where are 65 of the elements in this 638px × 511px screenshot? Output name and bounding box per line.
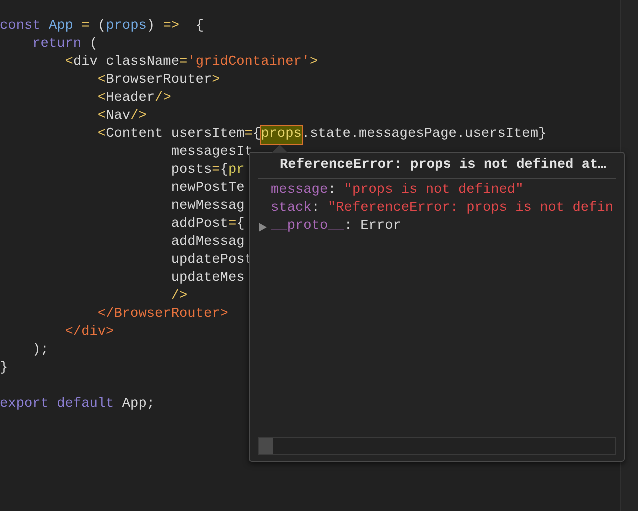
code-token: { — [236, 216, 245, 234]
code-token: /> — [171, 288, 188, 306]
code-token: < — [98, 108, 106, 126]
property-value: "ReferenceError: props is not defin — [328, 200, 614, 218]
code-token: /> — [130, 108, 147, 126]
horizontal-scrollbar[interactable] — [258, 437, 616, 455]
code-token: 'gridContainer' — [188, 54, 310, 72]
code-token: newPostTe — [171, 180, 245, 198]
code-token: < — [98, 72, 106, 90]
code-token: = — [82, 18, 90, 36]
code-token: </div> — [65, 324, 114, 342]
code-token: addPost — [171, 216, 228, 234]
code-token: ( — [90, 36, 98, 54]
code-token: = — [244, 126, 253, 144]
code-token: => — [163, 18, 180, 36]
code-token: = — [228, 216, 237, 234]
code-token: pr — [228, 162, 245, 180]
code-token: > — [212, 72, 220, 90]
code-token: posts — [171, 162, 212, 180]
code-token: { — [252, 126, 262, 144]
property-key: stack — [271, 200, 312, 218]
code-token: { — [196, 18, 204, 36]
code-token: > — [310, 54, 318, 72]
scrollbar-thumb[interactable] — [259, 438, 273, 454]
code-token: Nav — [106, 108, 131, 126]
code-token: { — [220, 162, 228, 180]
code-token: updateMes — [171, 270, 245, 288]
code-token: < — [98, 90, 106, 108]
code-token: messagesIt — [171, 144, 253, 162]
property-value: "props is not defined" — [344, 182, 524, 200]
code-token: App; — [122, 396, 156, 414]
popup-title: ReferenceError: props is not defined at… — [258, 153, 616, 179]
code-token: /> — [155, 90, 172, 108]
code-token: = — [212, 162, 220, 180]
colon: : — [328, 182, 336, 200]
colon: : — [312, 200, 320, 218]
code-token: props — [106, 18, 147, 36]
code-token: Header — [106, 90, 156, 108]
property-key: message — [271, 182, 328, 200]
property-key: __proto__ — [271, 218, 344, 236]
code-token: updatePost — [171, 252, 253, 270]
code-token: } — [0, 360, 8, 378]
code-token: ) — [146, 18, 156, 36]
code-token: ( — [98, 18, 106, 36]
code-token: addMessag — [171, 234, 245, 252]
code-token: ); — [32, 342, 49, 360]
code-token: return — [32, 36, 82, 54]
popup-pointer-icon — [272, 145, 288, 153]
code-token: = — [180, 54, 188, 72]
highlighted-word: props — [261, 126, 302, 144]
code-token: App — [48, 18, 74, 36]
code-token: newMessag — [171, 198, 245, 216]
code-token: < — [65, 54, 74, 72]
code-token: Content usersItem — [106, 126, 245, 144]
code-token: const — [0, 18, 41, 36]
code-token: div className — [73, 54, 180, 72]
code-token: default — [57, 396, 114, 414]
colon: : — [344, 218, 353, 236]
code-token: </BrowserRouter> — [98, 306, 228, 324]
property-value: Error — [360, 218, 402, 236]
expand-icon[interactable] — [259, 222, 267, 232]
code-token: BrowserRouter — [106, 72, 212, 90]
code-token: < — [98, 126, 106, 144]
code-token: .state.messagesPage.usersItem} — [302, 126, 547, 144]
code-token: export — [0, 396, 49, 414]
